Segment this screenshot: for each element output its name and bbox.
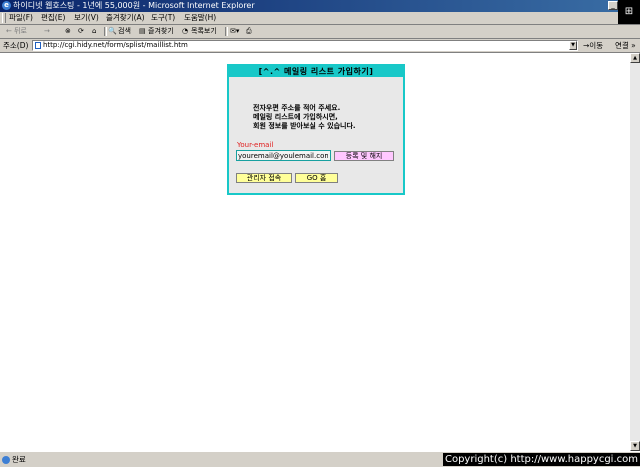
favorites-button[interactable]: 즐겨찾기 bbox=[148, 25, 174, 38]
favorites-icon: ▤ bbox=[139, 27, 146, 35]
description-line: 전자우편 주소를 적어 주세요. bbox=[253, 104, 341, 112]
stop-icon[interactable]: ⊗ bbox=[65, 25, 71, 38]
print-icon[interactable]: ⎙ bbox=[246, 25, 252, 38]
status-bar: 완료 Copyright(c) http://www.happycgi.com bbox=[0, 451, 640, 467]
go-label: 이동 bbox=[589, 41, 604, 50]
minimize-button[interactable]: _ bbox=[608, 1, 618, 10]
menu-tools[interactable]: 도구(T) bbox=[151, 12, 175, 24]
copyright-watermark: Copyright(c) http://www.happycgi.com bbox=[442, 453, 640, 466]
windows-logo-icon: ⊞ bbox=[618, 0, 640, 24]
panel-header: [^.^ 메일링 리스트 가입하기] bbox=[229, 66, 403, 77]
page-status-icon bbox=[2, 456, 10, 464]
address-label: 주소(D) bbox=[3, 41, 29, 50]
history-icon: ◔ bbox=[182, 27, 189, 35]
status-text: 완료 bbox=[12, 455, 26, 464]
email-label: Your-email bbox=[237, 141, 274, 149]
register-button[interactable]: 등록 및 해지 bbox=[334, 151, 394, 161]
menu-view[interactable]: 보기(V) bbox=[74, 12, 99, 24]
scroll-down-icon[interactable]: ▼ bbox=[630, 441, 640, 451]
address-input[interactable]: http://cgi.hidy.net/form/splist/maillist… bbox=[32, 40, 578, 51]
title-bar: e 하이디넷 웹호스팅 - 1년에 55,000원 - Microsoft In… bbox=[0, 0, 640, 12]
scroll-up-icon[interactable]: ▲ bbox=[630, 53, 640, 63]
menu-grip bbox=[2, 13, 6, 23]
mailing-list-panel: [^.^ 메일링 리스트 가입하기] 전자우편 주소를 적어 주세요. 메일링 … bbox=[227, 64, 405, 195]
links-button[interactable]: 연결 » bbox=[615, 39, 636, 52]
address-dropdown-button[interactable]: ▼ bbox=[569, 41, 577, 50]
admin-login-button[interactable]: 관리자 접속 bbox=[236, 173, 292, 183]
menu-help[interactable]: 도움말(H) bbox=[184, 12, 216, 24]
toolbar-separator bbox=[225, 27, 228, 36]
mail-icon[interactable]: ✉▾ bbox=[230, 25, 239, 38]
email-input[interactable] bbox=[236, 150, 331, 161]
window-title: 하이디넷 웹호스팅 - 1년에 55,000원 - Microsoft Inte… bbox=[13, 1, 255, 10]
forward-button[interactable]: → bbox=[44, 25, 50, 38]
go-button[interactable]: →이동 bbox=[583, 39, 603, 52]
toolbar: ← 뒤로 → ⊗ ⟳ ⌂ 🔍 검색 ▤ 즐겨찾기 ◔ 목록보기 ✉▾ ⎙ bbox=[0, 25, 640, 39]
panel-description: 전자우편 주소를 적어 주세요. 메일링 리스트에 가입하시면, 회원 정보를 … bbox=[253, 104, 356, 131]
description-line: 메일링 리스트에 가입하시면, bbox=[253, 113, 338, 121]
description-line: 회원 정보를 받아보실 수 있습니다. bbox=[253, 122, 356, 130]
search-button[interactable]: 검색 bbox=[118, 25, 131, 38]
address-url: http://cgi.hidy.net/form/splist/maillist… bbox=[43, 41, 188, 49]
ie-logo-icon: e bbox=[2, 1, 11, 10]
menu-edit[interactable]: 편집(E) bbox=[41, 12, 65, 24]
address-bar: 주소(D) http://cgi.hidy.net/form/splist/ma… bbox=[0, 39, 640, 53]
back-button[interactable]: ← 뒤로 bbox=[6, 25, 27, 38]
refresh-icon[interactable]: ⟳ bbox=[78, 25, 84, 38]
search-icon: 🔍 bbox=[108, 27, 117, 35]
toolbar-separator bbox=[104, 27, 107, 36]
history-button[interactable]: 목록보기 bbox=[191, 25, 217, 38]
menu-favorites[interactable]: 즐겨찾기(A) bbox=[106, 12, 145, 24]
home-icon[interactable]: ⌂ bbox=[92, 25, 96, 38]
vertical-scrollbar[interactable]: ▲ ▼ bbox=[630, 53, 640, 451]
menu-bar: 파일(F) 편집(E) 보기(V) 즐겨찾기(A) 도구(T) 도움말(H) bbox=[0, 12, 640, 25]
go-home-button[interactable]: GO 홈 bbox=[295, 173, 338, 183]
menu-file[interactable]: 파일(F) bbox=[9, 12, 33, 24]
page-icon bbox=[35, 42, 41, 49]
